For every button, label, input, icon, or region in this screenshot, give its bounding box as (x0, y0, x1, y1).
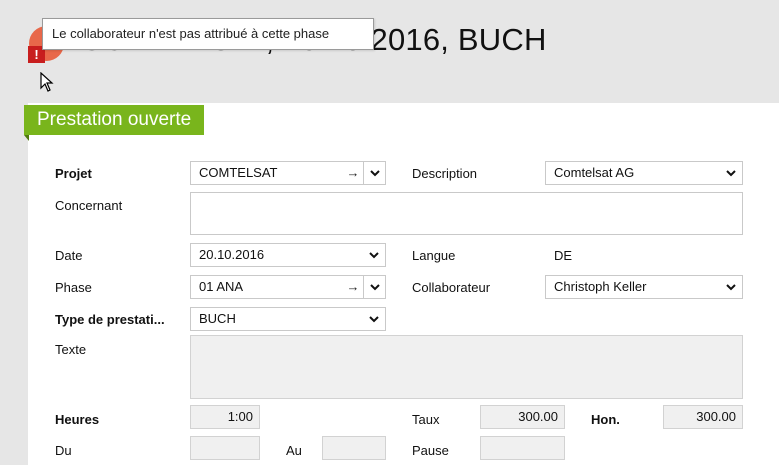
tooltip: Le collaborateur n'est pas attribué à ce… (42, 18, 374, 50)
langue-value: DE (554, 248, 573, 263)
description-chevron-down-icon[interactable] (720, 162, 742, 184)
taux-label: Taux (412, 412, 440, 427)
langue-label: Langue (412, 248, 456, 263)
date-value: 20.10.2016 (199, 247, 265, 262)
du-label: Du (55, 443, 72, 458)
description-value: Comtelsat AG (554, 165, 635, 180)
type-prestation-value: BUCH (199, 311, 236, 326)
projet-chevron-down-icon[interactable] (363, 162, 385, 184)
projet-label: Projet (55, 166, 92, 181)
hon-label: Hon. (591, 412, 620, 427)
collaborateur-select[interactable]: Christoph Keller (545, 275, 743, 299)
mouse-cursor-icon (40, 72, 54, 92)
description-select[interactable]: Comtelsat AG (545, 161, 743, 185)
texte-label: Texte (55, 342, 87, 357)
type-prestation-chevron-down-icon[interactable] (363, 308, 385, 330)
au-input[interactable] (322, 436, 386, 460)
concernant-input[interactable] (190, 192, 743, 235)
pause-input[interactable] (480, 436, 565, 460)
phase-label: Phase (55, 280, 92, 295)
type-prestation-label: Type de prestati... (55, 312, 165, 327)
description-label: Description (412, 166, 478, 181)
au-label: Au (286, 443, 302, 458)
heures-label: Heures (55, 412, 100, 427)
phase-chevron-down-icon[interactable] (363, 276, 385, 298)
heures-input[interactable]: 1:00 (190, 405, 260, 429)
collaborateur-chevron-down-icon[interactable] (720, 276, 742, 298)
date-label: Date (55, 248, 83, 263)
texte-textarea[interactable] (190, 335, 743, 399)
projet-value: COMTELSAT (199, 165, 278, 180)
phase-select[interactable]: 01 ANA → (190, 275, 386, 299)
concernant-label: Concernant (55, 198, 123, 213)
projet-select[interactable]: COMTELSAT → (190, 161, 386, 185)
pause-label: Pause (412, 443, 449, 458)
du-input[interactable] (190, 436, 260, 460)
collaborateur-value: Christoph Keller (554, 279, 647, 294)
hon-input[interactable]: 300.00 (663, 405, 743, 429)
section-title-notch (24, 135, 29, 141)
phase-navigate-arrow-icon[interactable]: → (343, 276, 363, 298)
collaborateur-label: Collaborateur (412, 280, 491, 295)
section-title: Prestation ouverte (24, 105, 205, 135)
date-chevron-down-icon[interactable] (363, 244, 385, 266)
taux-input[interactable]: 300.00 (480, 405, 565, 429)
projet-navigate-arrow-icon[interactable]: → (343, 162, 363, 184)
phase-value: 01 ANA (199, 279, 244, 294)
date-picker[interactable]: 20.10.2016 (190, 243, 386, 267)
type-prestation-select[interactable]: BUCH (190, 307, 386, 331)
